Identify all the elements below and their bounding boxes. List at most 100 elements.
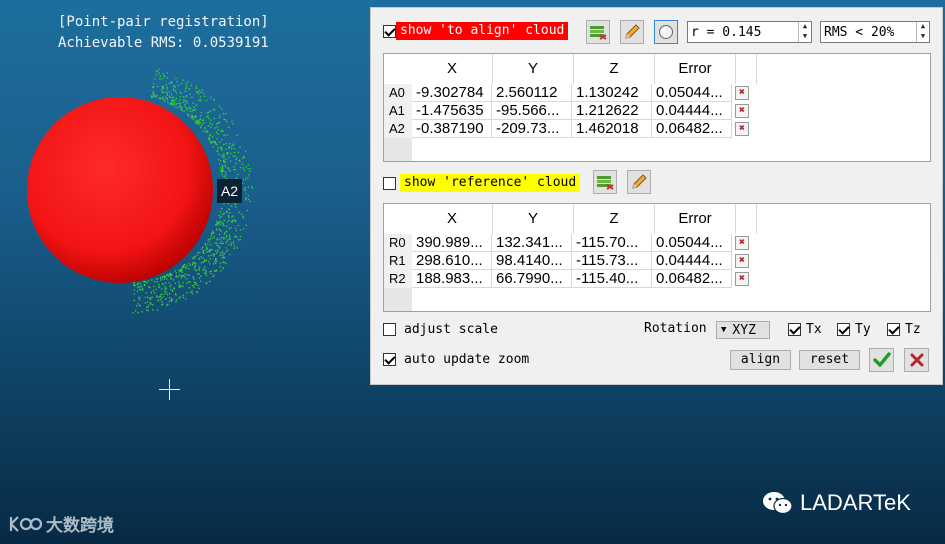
- radius-spinbox[interactable]: r = 0.145 ▲ ▼: [687, 21, 812, 43]
- rotation-combo[interactable]: ▼ XYZ: [716, 321, 770, 339]
- registration-panel: show 'to align' cloud r = 0.145 ▲ ▼ RMS <…: [370, 7, 943, 385]
- delete-point-icon[interactable]: ✖: [735, 254, 749, 268]
- tz-checkbox[interactable]: [887, 323, 900, 336]
- sphere-icon: [659, 25, 673, 39]
- tz-option[interactable]: Tz: [887, 322, 921, 337]
- brand-logo-icon: [9, 515, 42, 532]
- adjust-scale-checkbox[interactable]: [383, 323, 396, 336]
- cell-z[interactable]: 1.130242: [572, 84, 652, 102]
- spin-up-icon[interactable]: ▲: [917, 22, 929, 32]
- align-points-table: A0 A1 A2 X Y Z Error -9.302784 2.560112 …: [383, 53, 931, 162]
- column-header-y[interactable]: Y: [493, 54, 574, 84]
- column-header-z[interactable]: Z: [574, 204, 655, 234]
- auto-update-zoom-option[interactable]: auto update zoom: [383, 352, 529, 367]
- table-row[interactable]: 390.989... 132.341... -115.70... 0.05044…: [412, 234, 749, 252]
- table-row[interactable]: -9.302784 2.560112 1.130242 0.05044... ✖: [412, 84, 749, 102]
- rms-spin-arrows[interactable]: ▲ ▼: [916, 22, 929, 42]
- adjust-scale-option[interactable]: adjust scale: [383, 322, 498, 337]
- show-reference-cloud-toggle[interactable]: show 'reference' cloud: [383, 174, 581, 192]
- wechat-icon: [763, 492, 793, 515]
- auto-update-zoom-checkbox[interactable]: [383, 353, 396, 366]
- row-header: A1: [389, 103, 405, 118]
- cell-y[interactable]: 98.4140...: [492, 252, 572, 270]
- spin-down-icon[interactable]: ▼: [917, 32, 929, 42]
- show-align-cloud-toggle[interactable]: show 'to align' cloud: [383, 22, 569, 40]
- tx-checkbox[interactable]: [788, 323, 801, 336]
- cell-x[interactable]: 298.610...: [412, 252, 492, 270]
- edit-align-points-button[interactable]: [620, 20, 644, 44]
- show-reference-cloud-label[interactable]: show 'reference' cloud: [400, 174, 581, 192]
- adjust-scale-label[interactable]: adjust scale: [404, 322, 498, 337]
- column-header-z[interactable]: Z: [574, 54, 655, 84]
- table-row[interactable]: -1.475635 -95.566... 1.212622 0.04444...…: [412, 102, 749, 120]
- cell-x[interactable]: -0.387190: [412, 120, 492, 138]
- column-header-error[interactable]: Error: [655, 54, 736, 84]
- row-header: A0: [389, 85, 405, 100]
- tx-label[interactable]: Tx: [806, 322, 822, 337]
- rms-spinbox[interactable]: RMS < 20% ▲ ▼: [820, 21, 930, 43]
- crosshair-icon: [159, 379, 180, 400]
- tz-label[interactable]: Tz: [905, 322, 921, 337]
- cell-z[interactable]: -115.73...: [572, 252, 652, 270]
- cell-x[interactable]: 390.989...: [412, 234, 492, 252]
- radius-spin-arrows[interactable]: ▲ ▼: [798, 22, 811, 42]
- cell-y[interactable]: 2.560112: [492, 84, 572, 102]
- ty-checkbox[interactable]: [837, 323, 850, 336]
- cell-error[interactable]: 0.05044...: [652, 234, 732, 252]
- cell-y[interactable]: 132.341...: [492, 234, 572, 252]
- spin-up-icon[interactable]: ▲: [799, 22, 811, 32]
- delete-point-icon[interactable]: ✖: [735, 236, 749, 250]
- cell-x[interactable]: -1.475635: [412, 102, 492, 120]
- tx-option[interactable]: Tx: [788, 322, 822, 337]
- watermark-right: LADARTeK: [762, 490, 911, 516]
- cell-error[interactable]: 0.06482...: [652, 120, 732, 138]
- reset-button[interactable]: reset: [799, 350, 860, 370]
- chevron-down-icon: ▼: [721, 325, 727, 335]
- column-header-delete: [736, 204, 757, 234]
- point-cloud-view[interactable]: [0, 0, 380, 420]
- cell-y[interactable]: -209.73...: [492, 120, 572, 138]
- show-reference-cloud-checkbox[interactable]: [383, 176, 396, 190]
- cell-y[interactable]: -95.566...: [492, 102, 572, 120]
- cell-error[interactable]: 0.06482...: [652, 270, 732, 288]
- delete-point-icon[interactable]: ✖: [735, 86, 749, 100]
- column-header-y[interactable]: Y: [493, 204, 574, 234]
- pencil-icon: [625, 24, 640, 39]
- cancel-button[interactable]: [904, 348, 929, 372]
- table-row[interactable]: 298.610... 98.4140... -115.73... 0.04444…: [412, 252, 749, 270]
- spin-down-icon[interactable]: ▼: [799, 32, 811, 42]
- validate-button[interactable]: [869, 348, 894, 372]
- ty-label[interactable]: Ty: [855, 322, 871, 337]
- show-align-cloud-label[interactable]: show 'to align' cloud: [396, 22, 569, 40]
- table-corner: [384, 288, 412, 311]
- table-row[interactable]: -0.387190 -209.73... 1.462018 0.06482...…: [412, 120, 749, 138]
- cell-z[interactable]: 1.462018: [572, 120, 652, 138]
- cell-error[interactable]: 0.05044...: [652, 84, 732, 102]
- sphere-picking-button[interactable]: [654, 20, 678, 44]
- column-header-x[interactable]: X: [412, 204, 493, 234]
- export-align-points-button[interactable]: [586, 20, 610, 44]
- cell-error[interactable]: 0.04444...: [652, 102, 732, 120]
- auto-update-zoom-label[interactable]: auto update zoom: [404, 352, 529, 367]
- column-header-error[interactable]: Error: [655, 204, 736, 234]
- table-header: X Y Z Error: [412, 54, 757, 84]
- align-button[interactable]: align: [730, 350, 791, 370]
- row-header: R2: [389, 271, 406, 286]
- edit-reference-points-button[interactable]: [627, 170, 651, 194]
- show-align-cloud-checkbox[interactable]: [383, 24, 396, 38]
- watermark-right-text: LADARTeK: [800, 490, 911, 515]
- cell-x[interactable]: -9.302784: [412, 84, 492, 102]
- cell-z[interactable]: -115.40...: [572, 270, 652, 288]
- delete-point-icon[interactable]: ✖: [735, 104, 749, 118]
- ty-option[interactable]: Ty: [837, 322, 871, 337]
- delete-point-icon[interactable]: ✖: [735, 122, 749, 136]
- cell-z[interactable]: -115.70...: [572, 234, 652, 252]
- column-header-x[interactable]: X: [412, 54, 493, 84]
- cell-z[interactable]: 1.212622: [572, 102, 652, 120]
- table-row[interactable]: 188.983... 66.7990... -115.40... 0.06482…: [412, 270, 749, 288]
- cell-error[interactable]: 0.04444...: [652, 252, 732, 270]
- delete-point-icon[interactable]: ✖: [735, 272, 749, 286]
- cell-y[interactable]: 66.7990...: [492, 270, 572, 288]
- export-reference-points-button[interactable]: [593, 170, 617, 194]
- cell-x[interactable]: 188.983...: [412, 270, 492, 288]
